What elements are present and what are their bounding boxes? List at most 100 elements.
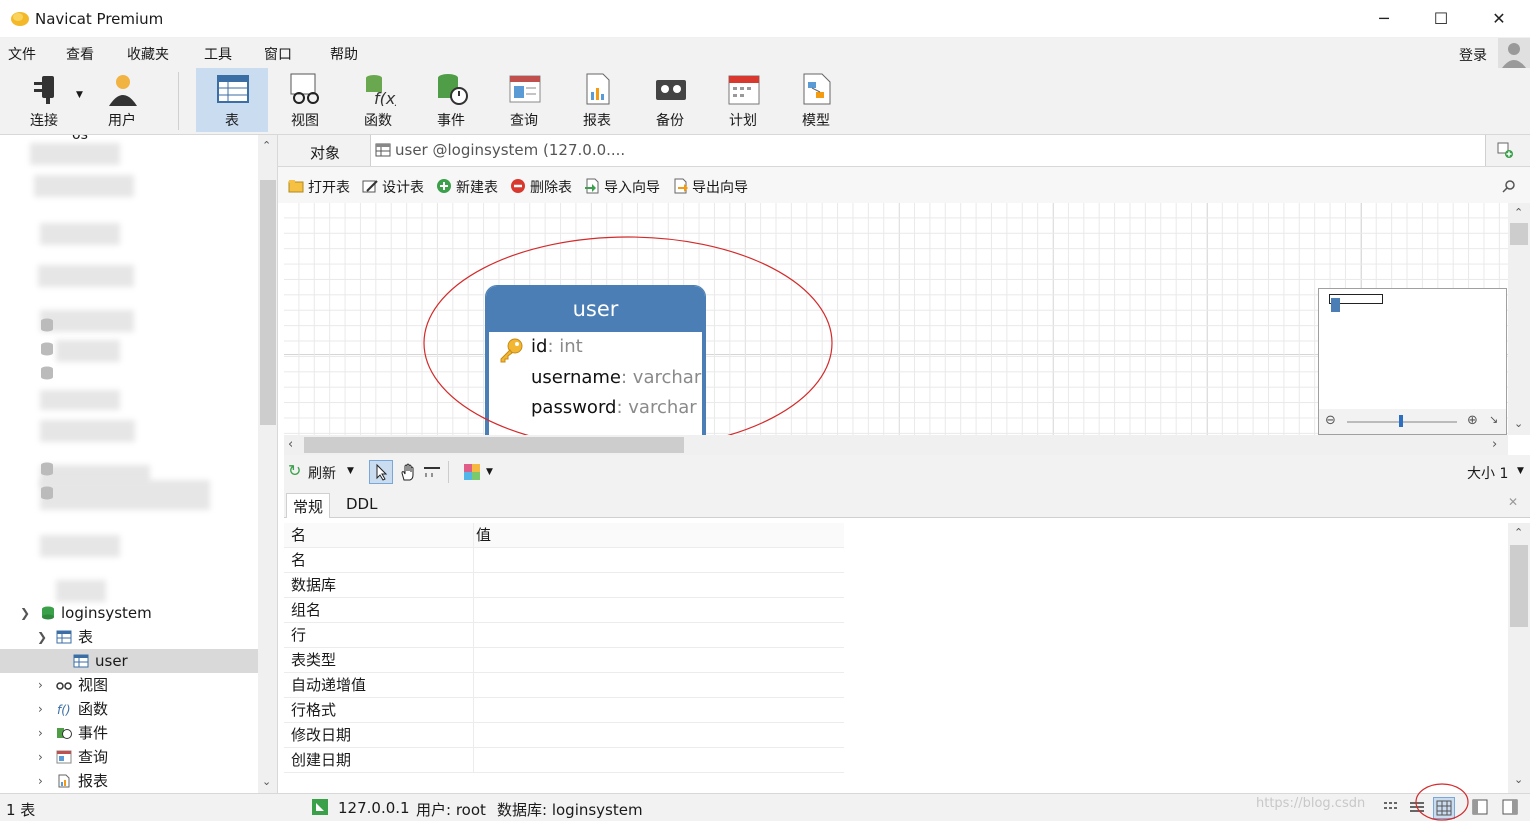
login-link[interactable]: 登录: [1459, 45, 1487, 65]
canvas-horizontal-scrollbar[interactable]: ‹ ›: [284, 435, 1508, 455]
table-row[interactable]: 创建日期: [284, 748, 844, 773]
hand-icon[interactable]: [398, 462, 418, 482]
zoom-slider-handle[interactable]: [1399, 415, 1403, 427]
object-tab-bar: 对象 user @loginsystem (127.0.0....: [278, 135, 1530, 167]
chevron-right-icon[interactable]: ›: [38, 721, 43, 745]
report-button[interactable]: 报表: [561, 68, 633, 132]
table-row[interactable]: 行格式: [284, 698, 844, 723]
info-panel-tabs: 常规 DDL ✕: [284, 488, 1530, 518]
scrollbar-thumb[interactable]: [260, 180, 276, 425]
chevron-right-icon[interactable]: ›: [38, 673, 43, 697]
event-button[interactable]: 事件: [415, 68, 487, 132]
partial-tree-item: os: [72, 135, 88, 143]
menu-favorites[interactable]: 收藏夹: [127, 44, 169, 64]
scroll-down-icon[interactable]: ⌄: [1514, 773, 1523, 786]
scrollbar-thumb[interactable]: [1510, 223, 1528, 245]
scroll-up-icon[interactable]: ⌃: [1514, 206, 1523, 219]
note-tool-icon[interactable]: [422, 462, 442, 482]
search-icon[interactable]: [1501, 179, 1517, 195]
add-icon: [437, 179, 451, 193]
tree-item-user-table[interactable]: user: [0, 649, 258, 673]
tab-objects[interactable]: 对象: [310, 142, 340, 163]
sidebar-scrollbar[interactable]: ⌃ ⌄: [258, 135, 277, 793]
avatar[interactable]: [1498, 38, 1530, 70]
tree-item-queries[interactable]: › 查询: [0, 745, 258, 769]
menu-window[interactable]: 窗口: [264, 44, 292, 64]
user-label: 用户: [108, 113, 136, 129]
scrollbar-thumb[interactable]: [304, 437, 684, 453]
chevron-right-icon[interactable]: ›: [38, 697, 43, 721]
tab-general[interactable]: 常规: [286, 493, 331, 518]
detail-pane-icon[interactable]: [1472, 799, 1488, 815]
info-pane-icon[interactable]: [1502, 799, 1518, 815]
tab-user-table[interactable]: user @loginsystem (127.0.0....: [370, 135, 1486, 166]
close-button[interactable]: ✕: [1488, 8, 1510, 30]
diagram-minimap[interactable]: ⊖ ⊕ ↘: [1318, 288, 1507, 435]
size-label[interactable]: 大小 1: [1467, 463, 1508, 483]
fit-icon[interactable]: ↘: [1489, 413, 1498, 426]
new-tab-icon[interactable]: [1496, 141, 1514, 159]
schedule-button[interactable]: 计划: [707, 68, 779, 132]
dropdown-icon[interactable]: ▼: [486, 467, 493, 477]
tree-item-events[interactable]: › 事件: [0, 721, 258, 745]
property-value: [473, 673, 476, 698]
table-row[interactable]: 表类型: [284, 648, 844, 673]
property-value: [473, 598, 476, 623]
canvas-vertical-scrollbar[interactable]: ⌃ ⌄: [1508, 203, 1530, 435]
menu-file[interactable]: 文件: [8, 44, 36, 64]
backup-button[interactable]: 备份: [634, 68, 706, 132]
tree-item-database[interactable]: ❯ loginsystem: [0, 601, 258, 625]
scroll-right-icon[interactable]: ›: [1492, 437, 1497, 452]
dropdown-icon[interactable]: ▼: [347, 466, 354, 476]
connect-button[interactable]: ▼ 连接: [8, 68, 88, 132]
user-icon: [109, 75, 137, 106]
function-button[interactable]: f(x) 函数: [342, 68, 414, 132]
zoom-out-icon[interactable]: ⊖: [1325, 413, 1336, 428]
property-name: 创建日期: [291, 751, 352, 769]
tree-item-reports[interactable]: › 报表: [0, 769, 258, 793]
property-name: 表类型: [291, 651, 337, 669]
size-dropdown-icon[interactable]: ▼: [1517, 466, 1524, 476]
table-row[interactable]: 行: [284, 623, 844, 648]
view-button[interactable]: 视图: [269, 68, 341, 132]
main-toolbar: ▼ 连接 用户 表 视图 f(x) 函数 事件 查询 报表 备份 计划 模型: [0, 68, 1530, 135]
zoom-in-icon[interactable]: ⊕: [1467, 413, 1478, 428]
chevron-right-icon[interactable]: ›: [38, 745, 43, 769]
chevron-right-icon[interactable]: ›: [38, 769, 43, 793]
select-tool-button[interactable]: [369, 460, 393, 484]
table-item-label: user: [95, 652, 128, 670]
delete-table-label: 删除表: [530, 180, 572, 196]
menu-view[interactable]: 查看: [66, 44, 94, 64]
query-button[interactable]: 查询: [488, 68, 560, 132]
tab-ddl[interactable]: DDL: [340, 493, 383, 518]
model-button[interactable]: 模型: [780, 68, 852, 132]
table-row[interactable]: 修改日期: [284, 723, 844, 748]
scroll-left-icon[interactable]: ‹: [288, 437, 293, 452]
color-picker-button[interactable]: ▼: [464, 464, 493, 480]
scroll-down-icon[interactable]: ⌄: [1514, 417, 1523, 430]
table-row[interactable]: 名: [284, 548, 844, 573]
table-row[interactable]: 自动递增值: [284, 673, 844, 698]
table-row[interactable]: 数据库: [284, 573, 844, 598]
scroll-up-icon[interactable]: ⌃: [1514, 526, 1523, 539]
grid-view-icon[interactable]: [1384, 800, 1398, 814]
user-button[interactable]: 用户: [86, 68, 158, 132]
scrollbar-thumb[interactable]: [1510, 545, 1528, 627]
tree-item-views[interactable]: › 视图: [0, 673, 258, 697]
menu-help[interactable]: 帮助: [330, 44, 358, 64]
minimize-button[interactable]: ─: [1373, 8, 1395, 30]
close-panel-icon[interactable]: ✕: [1508, 495, 1518, 509]
tree-item-functions[interactable]: › f() 函数: [0, 697, 258, 721]
menu-tools[interactable]: 工具: [204, 44, 232, 64]
table-row[interactable]: 组名: [284, 598, 844, 623]
tree-item-tables[interactable]: ❯ 表: [0, 625, 258, 649]
connect-dropdown-icon[interactable]: ▼: [76, 90, 83, 100]
scroll-down-icon[interactable]: ⌄: [262, 775, 271, 788]
properties-scrollbar[interactable]: ⌃ ⌄: [1508, 523, 1530, 793]
table-button[interactable]: 表: [196, 68, 268, 132]
report-label: 报表: [583, 113, 611, 129]
chevron-down-icon[interactable]: ❯: [20, 601, 30, 625]
chevron-down-icon[interactable]: ❯: [37, 625, 47, 649]
scroll-up-icon[interactable]: ⌃: [262, 139, 271, 152]
maximize-button[interactable]: ☐: [1430, 8, 1452, 30]
